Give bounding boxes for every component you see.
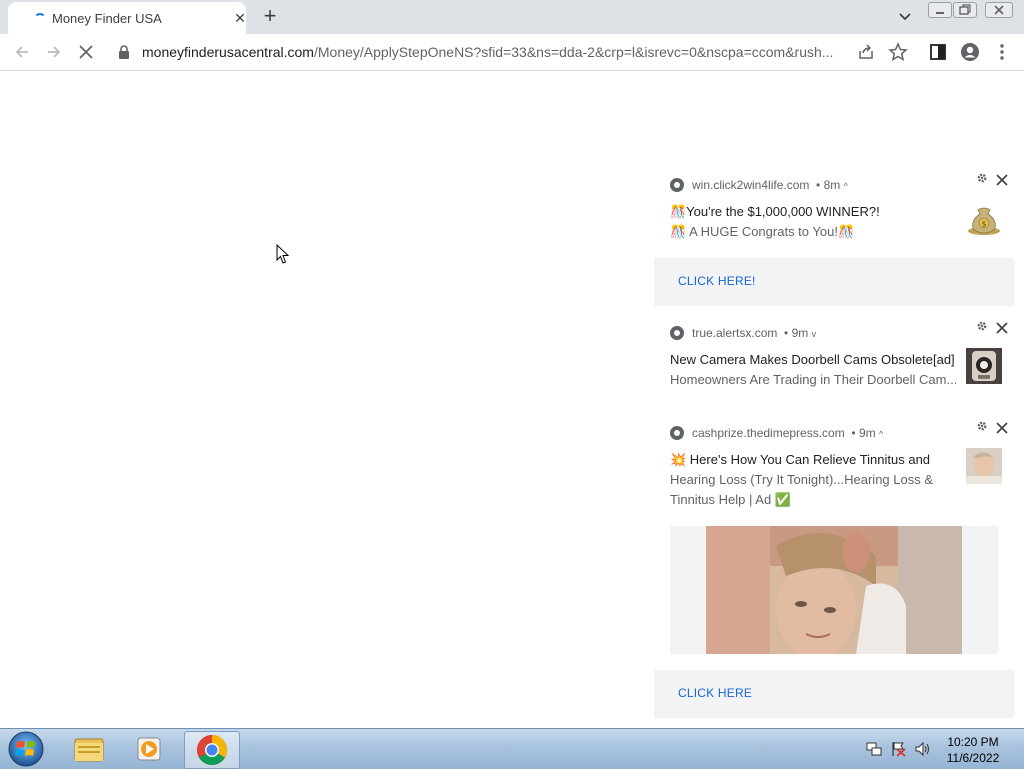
- close-icon[interactable]: [996, 422, 1008, 434]
- click-here-button[interactable]: CLICK HERE!: [654, 258, 1014, 306]
- settings-gear-icon[interactable]: [976, 320, 988, 332]
- notification-age: 9m: [858, 426, 876, 440]
- url-path: /Money/ApplyStepOneNS?sfid=33&ns=dda-2&c…: [313, 44, 834, 60]
- stop-loading-icon[interactable]: [76, 42, 96, 62]
- mouse-pointer-icon: [276, 244, 290, 264]
- notification-body: 🎊 A HUGE Congrats to You!🎊: [670, 224, 855, 239]
- action-label: CLICK HERE!: [678, 274, 756, 288]
- address-bar[interactable]: moneyfinderusacentral.com/Money/ApplySte…: [110, 38, 852, 66]
- tab-search-chevron-icon[interactable]: [896, 8, 914, 26]
- window-close-button[interactable]: [985, 2, 1013, 18]
- notification-source: cashprize.thedimepress.com: [692, 426, 845, 440]
- woman-touching-ear-image: [706, 526, 962, 654]
- volume-icon[interactable]: [914, 741, 932, 757]
- tab-close-icon[interactable]: ✕: [232, 9, 248, 27]
- chrome-taskbar-button[interactable]: [184, 731, 240, 769]
- lock-icon[interactable]: [118, 45, 130, 59]
- action-label: CLICK HERE: [678, 686, 753, 700]
- browser-toolbar: moneyfinderusacentral.com/Money/ApplySte…: [0, 34, 1024, 71]
- tab-strip: Money Finder USA ✕ +: [0, 0, 1024, 34]
- network-icon[interactable]: [866, 741, 882, 757]
- notification-source: true.alertsx.com: [692, 326, 778, 340]
- loading-spinner-icon: [34, 13, 46, 25]
- window-minimize-button[interactable]: [928, 2, 952, 18]
- expand-chevron-icon[interactable]: ^: [879, 429, 883, 439]
- start-button[interactable]: [6, 731, 46, 767]
- back-arrow-icon[interactable]: [12, 42, 32, 62]
- notification-header: cashprize.thedimepress.com • 9m ^: [670, 426, 883, 442]
- notification-body: Hearing Loss (Try It Tonight)...Hearing …: [670, 472, 934, 507]
- url-host: moneyfinderusacentral.com: [142, 44, 314, 60]
- chrome-icon: [670, 178, 684, 192]
- close-icon[interactable]: [996, 322, 1008, 334]
- notification-card[interactable]: win.click2win4life.com • 8m ^ 🎊You're th…: [654, 170, 1014, 306]
- url-text[interactable]: moneyfinderusacentral.com/Money/ApplySte…: [142, 44, 842, 60]
- chrome-icon: [670, 426, 684, 440]
- chrome-icon: [196, 735, 228, 766]
- notification-age: 8m: [823, 178, 841, 192]
- notification-card[interactable]: cashprize.thedimepress.com • 9m ^ 💥 Here…: [654, 418, 1014, 718]
- profile-avatar-icon[interactable]: [960, 42, 980, 62]
- camera-photo-icon: [966, 348, 1002, 384]
- notification-image: [670, 526, 998, 654]
- notification-age: 9m: [791, 326, 809, 340]
- file-explorer-icon[interactable]: [62, 731, 116, 767]
- side-panel-icon[interactable]: [928, 42, 948, 62]
- expand-chevron-icon[interactable]: v: [812, 329, 817, 339]
- forward-arrow-icon[interactable]: [44, 42, 64, 62]
- notification-header: true.alertsx.com • 9m v: [670, 326, 816, 342]
- money-bag-icon: $: [968, 207, 1000, 235]
- window-restore-button[interactable]: [953, 2, 977, 18]
- share-icon[interactable]: [856, 42, 876, 62]
- notification-title: New Camera Makes Doorbell Cams Obsolete[…: [670, 352, 955, 367]
- action-center-flag-icon[interactable]: [890, 741, 906, 757]
- kebab-menu-icon[interactable]: [992, 42, 1012, 62]
- notification-header: win.click2win4life.com • 8m ^: [670, 178, 848, 194]
- tab-title: Money Finder USA: [52, 11, 162, 26]
- media-player-icon[interactable]: [122, 731, 176, 767]
- click-here-button[interactable]: CLICK HERE: [654, 670, 1014, 718]
- notification-card[interactable]: true.alertsx.com • 9m v New Camera Makes…: [654, 318, 1014, 402]
- clock-date[interactable]: 11/6/2022: [938, 751, 1008, 765]
- notification-title: 💥 Here's How You Can Relieve Tinnitus an…: [670, 452, 931, 467]
- clock-time[interactable]: 10:20 PM: [938, 735, 1008, 749]
- windows-taskbar: 10:20 PM 11/6/2022: [0, 728, 1024, 769]
- tab-money-finder[interactable]: Money Finder USA ✕: [8, 2, 246, 34]
- woman-photo-icon: [966, 448, 1002, 484]
- settings-gear-icon[interactable]: [976, 420, 988, 432]
- close-icon[interactable]: [996, 174, 1008, 186]
- settings-gear-icon[interactable]: [976, 172, 988, 184]
- bookmark-star-icon[interactable]: [888, 42, 908, 62]
- expand-chevron-icon[interactable]: ^: [844, 181, 848, 191]
- svg-text:$: $: [981, 220, 986, 229]
- new-tab-button[interactable]: +: [259, 5, 281, 27]
- chrome-icon: [670, 326, 684, 340]
- notification-source: win.click2win4life.com: [692, 178, 810, 192]
- notification-body: Homeowners Are Trading in Their Doorbell…: [670, 372, 956, 387]
- notification-title: 🎊You're the $1,000,000 WINNER?!: [670, 204, 880, 219]
